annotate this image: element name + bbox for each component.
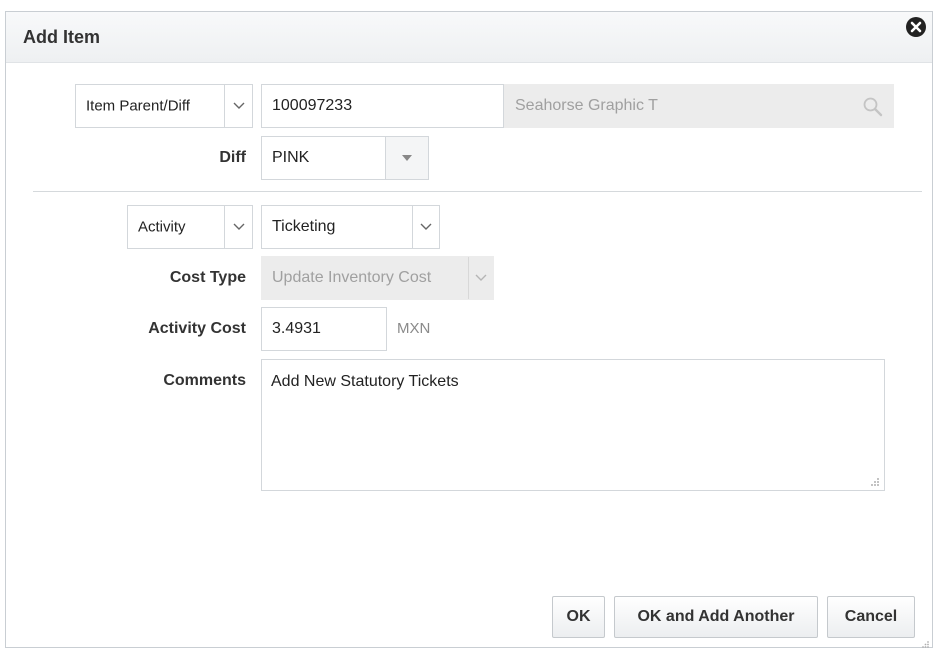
chevron-down-icon xyxy=(412,206,439,248)
search-icon[interactable] xyxy=(861,95,885,119)
item-type-value: Item Parent/Diff xyxy=(86,97,190,115)
section-divider xyxy=(33,191,922,192)
item-number-value: 100097233 xyxy=(272,97,353,114)
currency-code: MXN xyxy=(397,320,431,337)
cost-type-value: Update Inventory Cost xyxy=(272,269,432,286)
activity-cost-label: Activity Cost xyxy=(148,320,246,337)
activity-type-value: Activity xyxy=(138,218,186,236)
ok-button[interactable]: OK xyxy=(552,596,605,638)
dialog-title: Add Item xyxy=(23,27,101,47)
item-number-input[interactable]: 100097233 xyxy=(261,84,504,128)
dialog-resize-handle-icon[interactable] xyxy=(920,636,930,648)
item-description-field: Seahorse Graphic T xyxy=(504,84,894,128)
dialog-title-bar: Add Item xyxy=(6,12,932,63)
activity-select[interactable]: Ticketing xyxy=(261,205,440,249)
comments-label: Comments xyxy=(163,372,246,389)
activity-cost-input[interactable]: 3.4931 xyxy=(261,307,387,351)
cost-type-select: Update Inventory Cost xyxy=(261,256,494,300)
chevron-down-icon xyxy=(224,85,252,127)
cancel-button[interactable]: Cancel xyxy=(827,596,915,638)
close-icon[interactable] xyxy=(906,17,926,37)
comments-textarea[interactable]: Add New Statutory Tickets xyxy=(261,359,885,491)
activity-type-select[interactable]: Activity xyxy=(127,205,253,249)
activity-value: Ticketing xyxy=(272,218,336,235)
ok-and-add-another-button[interactable]: OK and Add Another xyxy=(614,596,818,638)
dropdown-arrow-icon xyxy=(385,137,428,179)
comments-value: Add New Statutory Tickets xyxy=(271,373,459,390)
chevron-down-icon xyxy=(468,257,493,299)
resize-handle-icon[interactable] xyxy=(868,474,880,486)
diff-value: PINK xyxy=(272,149,310,166)
item-type-select[interactable]: Item Parent/Diff xyxy=(75,84,253,128)
diff-select[interactable]: PINK xyxy=(261,136,429,180)
cost-type-label: Cost Type xyxy=(169,269,246,286)
item-description-value: Seahorse Graphic T xyxy=(515,97,658,114)
activity-cost-value: 3.4931 xyxy=(272,320,321,337)
chevron-down-icon xyxy=(224,206,252,248)
diff-label: Diff xyxy=(219,149,246,166)
